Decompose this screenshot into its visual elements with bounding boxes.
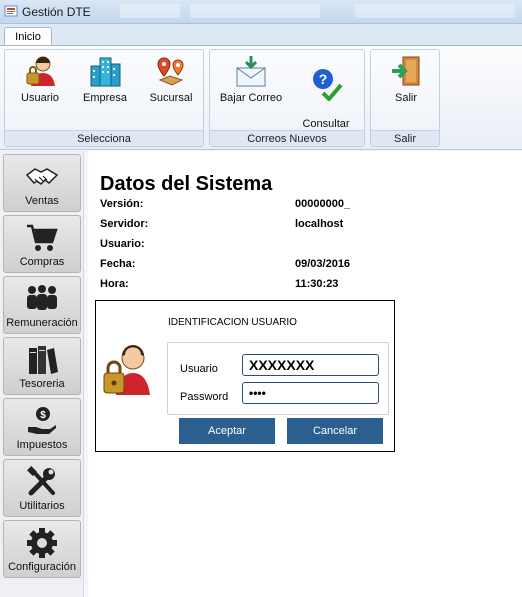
sidebar-item-compras[interactable]: Compras bbox=[3, 215, 81, 273]
password-input[interactable] bbox=[242, 382, 379, 404]
server-label: Servidor: bbox=[100, 218, 149, 230]
user-lock-icon bbox=[103, 345, 150, 395]
help-check-icon: ? bbox=[313, 69, 343, 101]
sidebar-item-utilitarios[interactable]: Utilitarios bbox=[3, 459, 81, 517]
usuario-button[interactable]: Usuario bbox=[15, 54, 65, 105]
usuario-label: Usuario bbox=[21, 92, 59, 104]
ribbon: Usuario Empresa Sucursal Selecciona Baja… bbox=[0, 45, 522, 150]
sidebar-item-remuneracion[interactable]: Remuneración bbox=[3, 276, 81, 334]
username-label: Usuario bbox=[180, 363, 218, 375]
time-value: 11:30:23 bbox=[295, 278, 339, 290]
sidebar-item-configuracion[interactable]: Configuración bbox=[3, 520, 81, 578]
sidebar-item-tesoreria[interactable]: Tesoreria bbox=[3, 337, 81, 395]
login-fields-panel: Usuario Password bbox=[167, 342, 389, 415]
sidebar-item-label: Remuneración bbox=[6, 317, 78, 329]
page-title: Datos del Sistema bbox=[100, 173, 273, 195]
sucursal-label: Sucursal bbox=[149, 92, 193, 104]
mail-download-icon bbox=[236, 56, 266, 87]
main-panel: Datos del Sistema Versión: 00000000_ Ser… bbox=[88, 151, 522, 597]
version-label: Versión: bbox=[100, 198, 144, 210]
sidebar-item-label: Compras bbox=[19, 256, 65, 268]
user-label: Usuario: bbox=[100, 238, 145, 250]
buildings-icon bbox=[90, 57, 121, 87]
people-icon bbox=[27, 285, 57, 310]
ribbon-group-selecciona: Usuario Empresa Sucursal Selecciona bbox=[4, 49, 204, 147]
ribbon-group-correos-nuevos: Bajar Correo ? Consultar Estado en SII C… bbox=[209, 49, 365, 147]
bajar-correo-label: Bajar Correo bbox=[219, 92, 283, 104]
date-value: 09/03/2016 bbox=[295, 258, 351, 270]
group-label-correos-nuevos: Correos Nuevos bbox=[210, 130, 364, 146]
window-title: Gestión DTE bbox=[22, 5, 91, 19]
sidebar-item-label: Ventas bbox=[25, 195, 59, 207]
money-hand-icon: $ bbox=[28, 407, 56, 434]
server-value: localhost bbox=[295, 218, 344, 230]
sidebar-item-label: Configuración bbox=[8, 561, 76, 573]
background-window-ghost bbox=[355, 4, 515, 18]
date-label: Fecha: bbox=[100, 258, 136, 270]
background-window-ghost bbox=[120, 4, 180, 18]
branch-map-icon bbox=[157, 57, 184, 86]
handshake-icon bbox=[25, 168, 59, 185]
cart-icon bbox=[27, 224, 58, 251]
salir-button[interactable]: Salir bbox=[381, 54, 431, 105]
title-bar: Gestión DTE bbox=[0, 0, 522, 24]
app-icon bbox=[4, 5, 18, 17]
ribbon-tab-strip: Inicio bbox=[0, 24, 522, 47]
sidebar-item-ventas[interactable]: Ventas bbox=[3, 154, 81, 212]
sucursal-button[interactable]: Sucursal bbox=[145, 54, 197, 105]
ribbon-group-salir: Salir Salir bbox=[370, 49, 440, 147]
group-label-salir: Salir bbox=[371, 130, 439, 146]
gear-icon bbox=[27, 528, 57, 558]
login-title: IDENTIFICACION USUARIO bbox=[168, 317, 297, 328]
cancel-button[interactable]: Cancelar bbox=[287, 418, 383, 444]
bajar-correo-button[interactable]: Bajar Correo bbox=[216, 54, 286, 105]
time-label: Hora: bbox=[100, 278, 129, 290]
salir-label: Salir bbox=[394, 92, 417, 104]
tools-icon bbox=[27, 466, 55, 496]
background-window-ghost bbox=[190, 4, 320, 18]
sidebar-item-label: Utilitarios bbox=[19, 500, 65, 512]
username-input[interactable] bbox=[242, 354, 379, 376]
accept-button[interactable]: Aceptar bbox=[179, 418, 275, 444]
svg-text:?: ? bbox=[319, 71, 328, 87]
sidebar-item-impuestos[interactable]: $ Impuestos bbox=[3, 398, 81, 456]
empresa-button[interactable]: Empresa bbox=[79, 54, 131, 105]
password-label: Password bbox=[180, 391, 229, 403]
sidebar-item-label: Tesoreria bbox=[19, 378, 65, 390]
sidebar: Ventas Compras Remuneración Tesoreria $ … bbox=[0, 151, 84, 597]
empresa-label: Empresa bbox=[82, 92, 128, 104]
sidebar-item-label: Impuestos bbox=[16, 439, 68, 451]
tab-inicio[interactable]: Inicio bbox=[4, 27, 52, 47]
svg-text:$: $ bbox=[40, 410, 46, 421]
exit-door-icon bbox=[392, 56, 420, 86]
login-dialog: IDENTIFICACION USUARIO Usuario Password … bbox=[95, 300, 395, 452]
group-label-selecciona: Selecciona bbox=[5, 130, 203, 146]
books-icon bbox=[29, 346, 58, 374]
version-value: 00000000_ bbox=[295, 198, 351, 210]
user-lock-icon bbox=[26, 56, 55, 86]
